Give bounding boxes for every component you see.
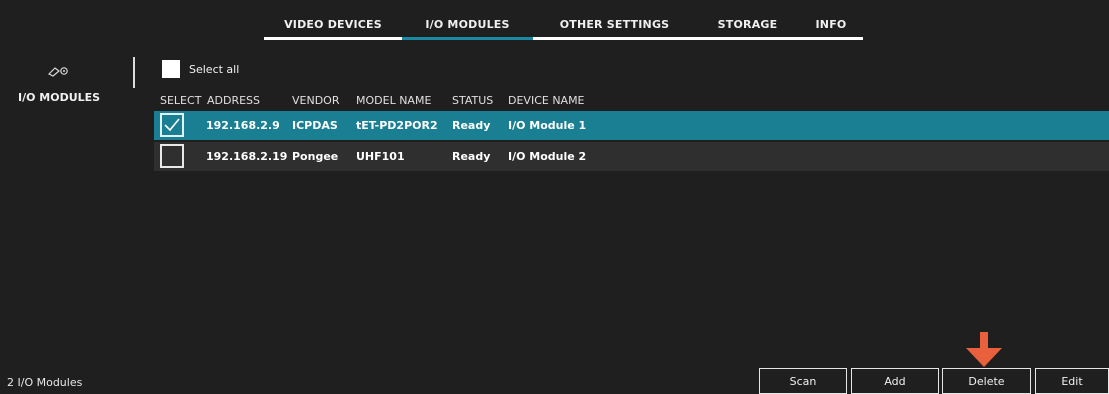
down-arrow-icon [966,332,1002,367]
cell-status: Ready [452,119,491,132]
checkmark-icon [164,118,180,132]
header-status: STATUS [452,94,494,107]
cell-vendor: ICPDAS [292,119,338,132]
io-module-icon [47,67,68,77]
add-button[interactable]: Add [851,368,939,394]
table-row[interactable]: 192.168.2.19 Pongee UHF101 Ready I/O Mod… [154,142,1109,171]
cell-device-name: I/O Module 2 [508,150,587,163]
cell-vendor: Pongee [292,150,339,163]
edit-button[interactable]: Edit [1035,368,1109,394]
header-device-name: DEVICE NAME [508,94,585,107]
row-checkbox[interactable] [160,144,184,168]
module-count: 2 I/O Modules [7,376,83,389]
cell-address: 192.168.2.9 [206,119,280,132]
cell-model: tET-PD2POR2 [356,119,438,132]
table-row[interactable]: 192.168.2.9 ICPDAS tET-PD2POR2 Ready I/O… [154,111,1109,140]
vertical-divider [133,57,135,88]
tab-other-settings[interactable]: OTHER SETTINGS [533,0,696,40]
tab-video-devices[interactable]: VIDEO DEVICES [264,0,402,40]
select-all-toggle[interactable]: Select all [162,60,239,78]
select-all-checkbox[interactable] [162,60,180,78]
sidebar-item-io-modules[interactable]: I/O MODULES [18,91,100,104]
scan-button[interactable]: Scan [759,368,847,394]
tab-info[interactable]: INFO [799,0,863,40]
header-address: ADDRESS [207,94,261,107]
row-checkbox[interactable] [160,113,184,137]
header-vendor: VENDOR [292,94,340,107]
tab-bar: VIDEO DEVICES I/O MODULES OTHER SETTINGS… [264,0,863,40]
tab-io-modules[interactable]: I/O MODULES [402,0,533,40]
cell-address: 192.168.2.19 [206,150,288,163]
header-model-name: MODEL NAME [356,94,432,107]
cell-device-name: I/O Module 1 [508,119,587,132]
delete-button[interactable]: Delete [942,368,1031,394]
cell-status: Ready [452,150,491,163]
tab-storage[interactable]: STORAGE [696,0,799,40]
header-select: SELECT [160,94,202,107]
select-all-label: Select all [189,62,240,76]
top-navigation: VIDEO DEVICES I/O MODULES OTHER SETTINGS… [0,0,1109,40]
cell-model: UHF101 [356,150,405,163]
